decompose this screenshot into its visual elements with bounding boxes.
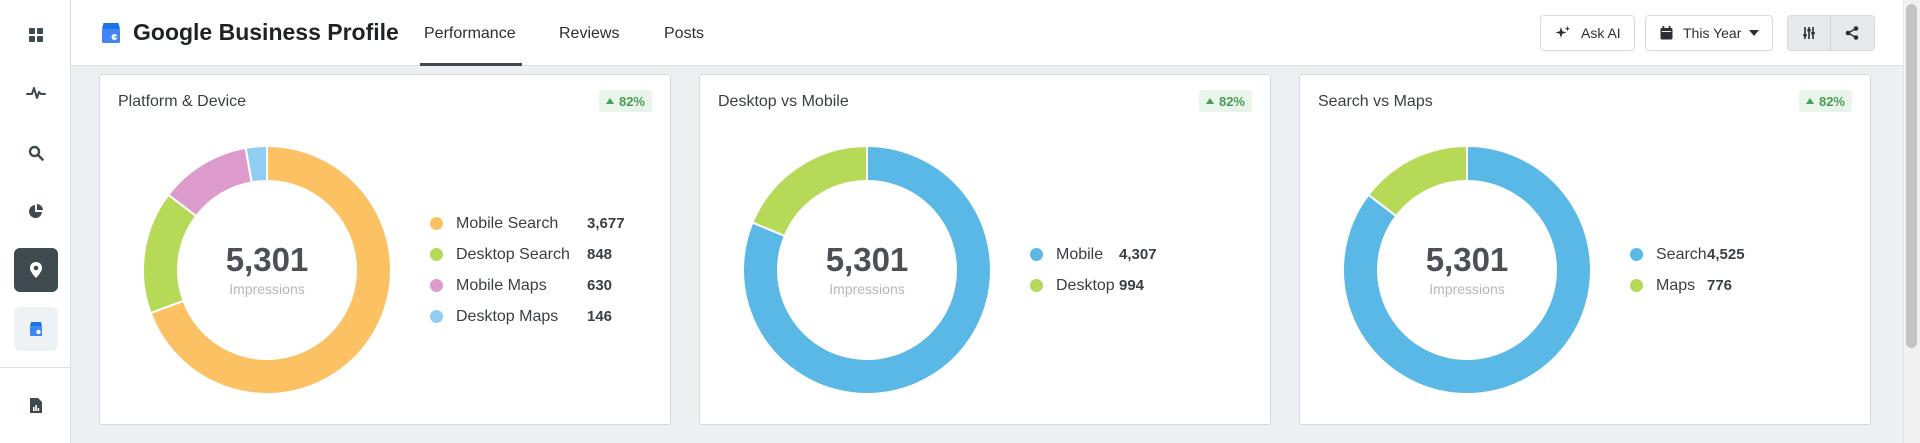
legend-swatch	[430, 279, 443, 292]
legend-item[interactable]: Search 4,525	[1630, 239, 1745, 270]
active-tab-indicator	[420, 63, 522, 66]
up-arrow-icon	[1805, 98, 1814, 104]
report-icon[interactable]	[14, 383, 58, 427]
legend-item[interactable]: Mobile 4,307	[1030, 239, 1157, 270]
map-pin-icon[interactable]	[14, 248, 58, 292]
change-badge: 82%	[1798, 90, 1852, 112]
grid-icon[interactable]	[14, 13, 58, 57]
legend-value: 994	[1119, 277, 1145, 294]
sparkle-icon	[1555, 26, 1570, 38]
legend: Mobile 4,307 Desktop 994	[1030, 239, 1157, 301]
legend-value: 4,525	[1707, 246, 1745, 263]
legend-item[interactable]: Mobile Search 3,677	[430, 208, 625, 239]
legend-value: 630	[587, 277, 613, 294]
up-arrow-icon	[1205, 98, 1214, 104]
tab-posts[interactable]: Posts	[664, 25, 704, 43]
up-arrow-icon	[605, 98, 614, 104]
legend-label: Search	[1656, 245, 1707, 263]
legend-item[interactable]: Desktop Search 848	[430, 239, 612, 270]
legend-item[interactable]: Desktop 994	[1030, 270, 1144, 301]
desktop-mobile-card: Desktop vs Mobile 82% 5,301 Impressions …	[699, 74, 1271, 425]
date-range-dropdown[interactable]: This Year	[1645, 15, 1773, 51]
ask-ai-button[interactable]: Ask AI	[1540, 15, 1635, 51]
donut-slice-maps[interactable]	[1366, 145, 1468, 218]
legend: Search 4,525 Maps 776	[1630, 239, 1745, 301]
badge-value: 82%	[1218, 93, 1245, 109]
change-badge: 82%	[598, 90, 652, 112]
pie-chart-icon[interactable]	[14, 189, 58, 233]
legend: Mobile Search 3,677 Desktop Search 848 Mob…	[430, 208, 625, 332]
toolbar-button-group	[1787, 15, 1875, 51]
donut-slice-desktop[interactable]	[751, 145, 868, 238]
business-profile-icon[interactable]	[14, 307, 58, 351]
impressions-total: 5,301	[1425, 241, 1509, 278]
legend-item[interactable]: Mobile Maps 630	[430, 270, 612, 301]
rail-divider	[0, 367, 71, 368]
share-icon	[1845, 26, 1859, 40]
search-icon[interactable]	[14, 131, 58, 175]
ask-ai-label: Ask AI	[1581, 25, 1621, 41]
tab-performance[interactable]: Performance	[424, 25, 516, 43]
scrollbar-thumb[interactable]	[1906, 4, 1917, 348]
search-maps-card: Search vs Maps 82% 5,301 Impressions Sea…	[1299, 74, 1871, 425]
card-title: Search vs Maps	[1318, 93, 1433, 110]
card-title: Desktop vs Mobile	[718, 93, 849, 110]
pulse-icon[interactable]	[14, 71, 58, 115]
impressions-label: Impressions	[829, 281, 905, 297]
legend-label: Desktop Maps	[456, 307, 559, 325]
legend-label: Desktop Search	[456, 245, 570, 263]
top-bar: Google Business Profile Performance Revi…	[71, 0, 1903, 66]
caret-down-icon	[1749, 30, 1760, 36]
legend-label: Maps	[1656, 276, 1696, 294]
impressions-total: 5,301	[825, 241, 909, 278]
legend-value: 4,307	[1119, 246, 1157, 263]
card-title: Platform & Device	[118, 93, 247, 110]
legend-value: 848	[587, 246, 613, 263]
google-business-logo-icon	[99, 21, 123, 50]
filter-button[interactable]	[1788, 16, 1831, 50]
badge-value: 82%	[618, 93, 645, 109]
change-badge: 82%	[1198, 90, 1252, 112]
legend-swatch	[430, 310, 443, 323]
left-nav-rail	[0, 0, 71, 443]
legend-item[interactable]: Desktop Maps 146	[430, 301, 612, 332]
legend-label: Mobile Search	[456, 214, 559, 232]
legend-swatch	[1030, 248, 1043, 261]
legend-value: 3,677	[587, 215, 625, 232]
legend-label: Mobile	[1056, 245, 1104, 263]
legend-value: 776	[1707, 277, 1733, 294]
share-button[interactable]	[1831, 16, 1874, 50]
legend-item[interactable]: Maps 776	[1630, 270, 1732, 301]
impressions-total: 5,301	[225, 241, 309, 278]
legend-label: Desktop	[1056, 276, 1115, 294]
impressions-label: Impressions	[229, 281, 305, 297]
legend-swatch	[430, 248, 443, 261]
badge-value: 82%	[1818, 93, 1845, 109]
legend-swatch	[430, 217, 443, 230]
platform-device-card: Platform & Device 82% 5,301 Impressions …	[99, 74, 671, 425]
calendar-icon	[1660, 26, 1673, 40]
legend-value: 146	[587, 308, 613, 325]
legend-swatch	[1630, 279, 1643, 292]
impressions-label: Impressions	[1429, 281, 1505, 297]
legend-swatch	[1030, 279, 1043, 292]
legend-swatch	[1630, 248, 1643, 261]
page-title: Google Business Profile	[133, 19, 399, 45]
date-range-label: This Year	[1683, 25, 1742, 41]
tab-reviews[interactable]: Reviews	[559, 25, 619, 43]
sliders-icon	[1803, 27, 1815, 39]
legend-label: Mobile Maps	[456, 276, 547, 294]
